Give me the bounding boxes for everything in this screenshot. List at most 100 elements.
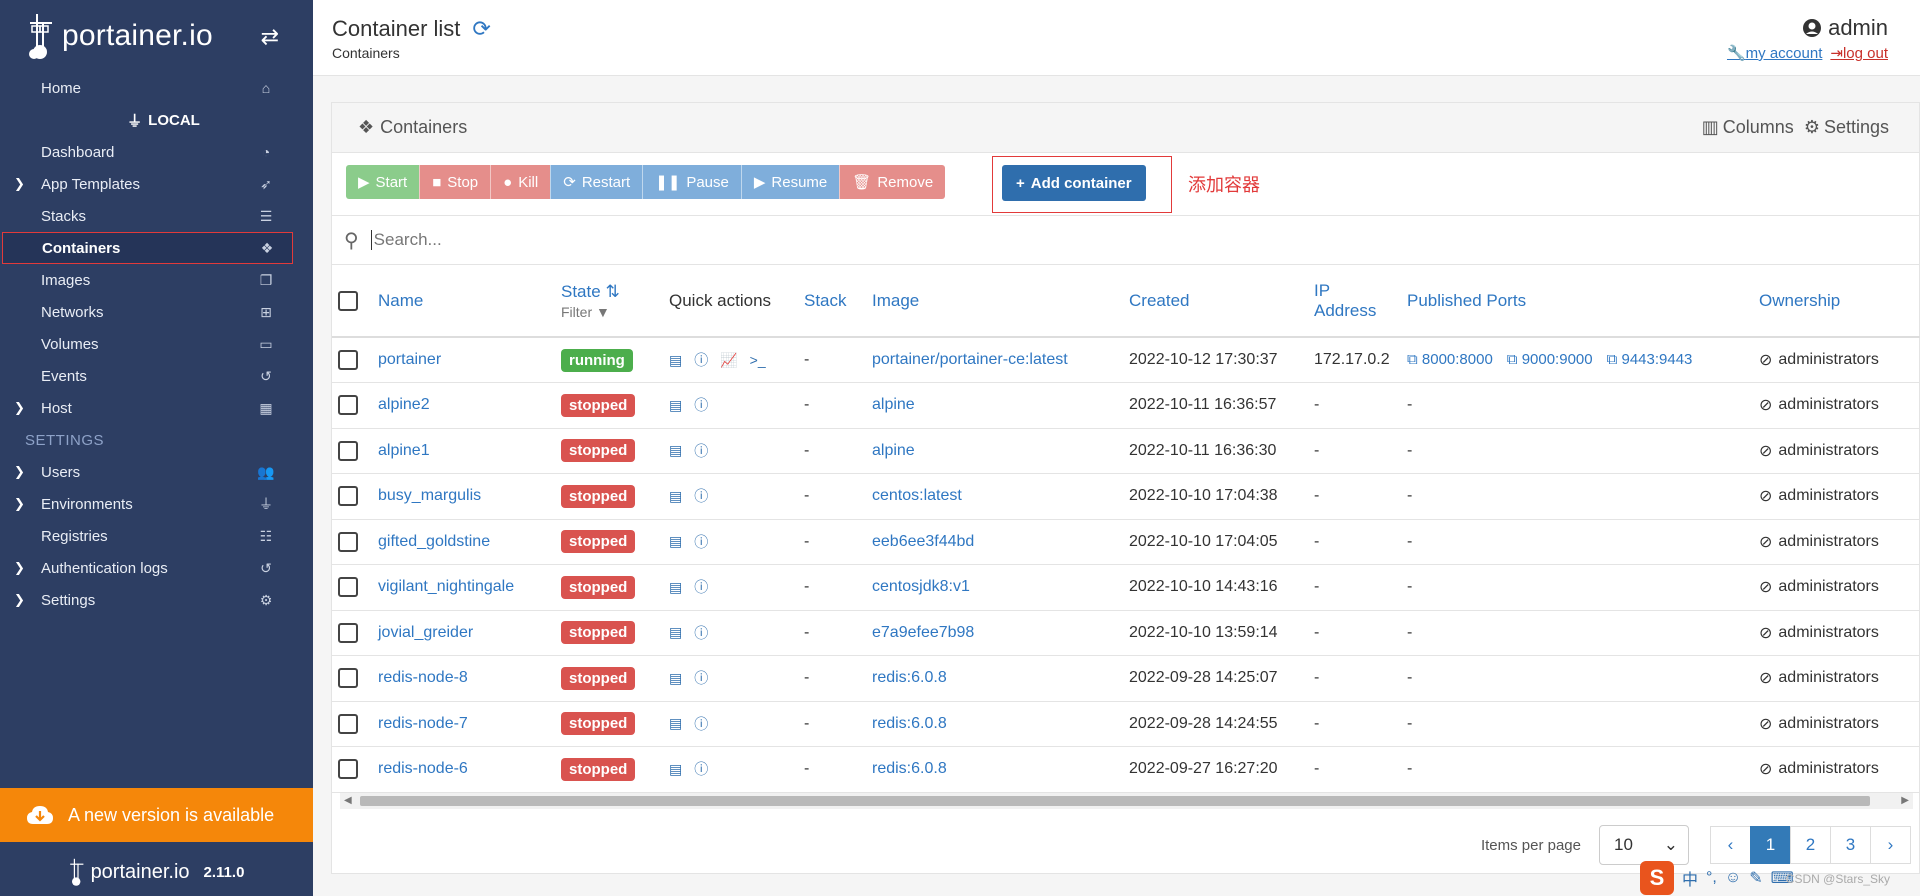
sidebar-item-volumes[interactable]: Volumes ▭ bbox=[0, 328, 313, 360]
row-checkbox[interactable] bbox=[338, 713, 358, 734]
sidebar-item-authentication-logs[interactable]: ❯ Authentication logs ↺ bbox=[0, 552, 313, 584]
row-checkbox[interactable] bbox=[338, 622, 358, 643]
image-link[interactable]: alpine bbox=[872, 442, 915, 459]
image-link[interactable]: portainer/portainer-ce:latest bbox=[872, 351, 1068, 368]
inspect-icon[interactable]: ⓘ bbox=[694, 350, 708, 370]
ports-header[interactable]: Published Ports bbox=[1401, 265, 1753, 338]
logs-icon[interactable]: ▤ bbox=[669, 533, 682, 550]
container-name-link[interactable]: alpine1 bbox=[378, 442, 430, 459]
inspect-icon[interactable]: ⓘ bbox=[694, 441, 708, 461]
stats-icon[interactable]: 📈 bbox=[720, 352, 737, 369]
pause-button[interactable]: ❚❚ Pause bbox=[642, 165, 741, 199]
inspect-icon[interactable]: ⓘ bbox=[694, 714, 708, 734]
logs-icon[interactable]: ▤ bbox=[669, 761, 682, 778]
image-link[interactable]: redis:6.0.8 bbox=[872, 669, 947, 686]
my-account-link[interactable]: 🔧my account bbox=[1727, 44, 1822, 62]
image-link[interactable]: redis:6.0.8 bbox=[872, 760, 947, 777]
sogou-ime-icon[interactable]: S bbox=[1640, 861, 1674, 895]
ownership-header[interactable]: Ownership bbox=[1753, 265, 1920, 338]
inspect-icon[interactable]: ⓘ bbox=[694, 668, 708, 688]
sidebar-item-stacks[interactable]: Stacks ☰ bbox=[0, 200, 313, 232]
update-banner[interactable]: A new version is available bbox=[0, 788, 313, 842]
container-name-link[interactable]: redis-node-6 bbox=[378, 760, 468, 777]
logout-link[interactable]: ⇥log out bbox=[1830, 44, 1888, 62]
inspect-icon[interactable]: ⓘ bbox=[694, 532, 708, 552]
search-input[interactable] bbox=[370, 230, 1671, 250]
logs-icon[interactable]: ▤ bbox=[669, 624, 682, 641]
scroll-left-icon[interactable]: ◀ bbox=[344, 793, 352, 809]
select-all-checkbox[interactable] bbox=[338, 290, 358, 311]
sidebar-item-home[interactable]: Home ⌂ bbox=[0, 72, 313, 104]
container-name-link[interactable]: redis-node-7 bbox=[378, 715, 468, 732]
ip-header[interactable]: IP Address bbox=[1308, 265, 1401, 338]
stack-header[interactable]: Stack bbox=[798, 265, 866, 338]
sidebar-item-host[interactable]: ❯ Host ▦ bbox=[0, 392, 313, 424]
restart-button[interactable]: ⟳ Restart bbox=[550, 165, 643, 199]
row-checkbox[interactable] bbox=[338, 577, 358, 598]
horizontal-scrollbar[interactable]: ◀ ▶ bbox=[340, 793, 1913, 809]
portainer-logo[interactable]: portainer.io bbox=[28, 12, 213, 60]
container-name-link[interactable]: redis-node-8 bbox=[378, 669, 468, 686]
logs-icon[interactable]: ▤ bbox=[669, 352, 682, 369]
sidebar-item-networks[interactable]: Networks ⊞ bbox=[0, 296, 313, 328]
published-port-link[interactable]: ⧉ 9000:9000 bbox=[1507, 351, 1593, 368]
sidebar-item-images[interactable]: Images ❐ bbox=[0, 264, 313, 296]
row-checkbox[interactable] bbox=[338, 486, 358, 507]
refresh-icon[interactable]: ⟳ bbox=[472, 16, 490, 42]
page-1-button[interactable]: 1 bbox=[1750, 826, 1791, 864]
add-container-button[interactable]: + Add container bbox=[1002, 165, 1146, 201]
sidebar-item-environments[interactable]: ❯ Environments ⏚ bbox=[0, 488, 313, 520]
items-per-page-select[interactable]: 10 ⌄ bbox=[1599, 825, 1689, 865]
logs-icon[interactable]: ▤ bbox=[669, 442, 682, 459]
container-name-link[interactable]: portainer bbox=[378, 351, 441, 368]
image-link[interactable]: redis:6.0.8 bbox=[872, 715, 947, 732]
scroll-right-icon[interactable]: ▶ bbox=[1901, 793, 1909, 809]
page-2-button[interactable]: 2 bbox=[1790, 826, 1831, 864]
inspect-icon[interactable]: ⓘ bbox=[694, 577, 708, 597]
inspect-icon[interactable]: ⓘ bbox=[694, 486, 708, 506]
logs-icon[interactable]: ▤ bbox=[669, 670, 682, 687]
logs-icon[interactable]: ▤ bbox=[669, 579, 682, 596]
container-name-link[interactable]: gifted_goldstine bbox=[378, 533, 490, 550]
sidebar-item-app-templates[interactable]: ❯ App Templates ➶ bbox=[0, 168, 313, 200]
image-link[interactable]: e7a9efee7b98 bbox=[872, 624, 974, 641]
start-button[interactable]: ▶ Start bbox=[346, 165, 420, 199]
image-header[interactable]: Image bbox=[866, 265, 1123, 338]
scrollbar-thumb[interactable] bbox=[360, 796, 1870, 806]
page-3-button[interactable]: 3 bbox=[1830, 826, 1871, 864]
container-name-link[interactable]: alpine2 bbox=[378, 396, 430, 413]
created-header[interactable]: Created bbox=[1123, 265, 1308, 338]
kill-button[interactable]: ● Kill bbox=[490, 165, 551, 199]
inspect-icon[interactable]: ⓘ bbox=[694, 623, 708, 643]
stop-button[interactable]: ■ Stop bbox=[419, 165, 491, 199]
container-name-link[interactable]: jovial_greider bbox=[378, 624, 473, 641]
inspect-icon[interactable]: ⓘ bbox=[694, 759, 708, 779]
image-link[interactable]: alpine bbox=[872, 396, 915, 413]
published-port-link[interactable]: ⧉ 8000:8000 bbox=[1407, 351, 1493, 368]
console-icon[interactable]: >_ bbox=[750, 352, 766, 368]
image-link[interactable]: centosjdk8:v1 bbox=[872, 578, 970, 595]
row-checkbox[interactable] bbox=[338, 668, 358, 689]
columns-button[interactable]: ▥ Columns bbox=[1702, 117, 1794, 138]
row-checkbox[interactable] bbox=[338, 395, 358, 416]
sidebar-item-dashboard[interactable]: Dashboard ◔ bbox=[0, 136, 313, 168]
sidebar-item-users[interactable]: ❯ Users 👥 bbox=[0, 456, 313, 488]
sidebar-item-containers[interactable]: Containers ❖ bbox=[2, 232, 293, 264]
container-name-link[interactable]: vigilant_nightingale bbox=[378, 578, 514, 595]
sort-icon[interactable]: ⇅ bbox=[605, 282, 619, 301]
sidebar-item-settings[interactable]: ❯ Settings ⚙ bbox=[0, 584, 313, 616]
image-link[interactable]: centos:latest bbox=[872, 487, 962, 504]
container-name-link[interactable]: busy_margulis bbox=[378, 487, 481, 504]
name-header[interactable]: Name bbox=[372, 265, 555, 338]
row-checkbox[interactable] bbox=[338, 440, 358, 461]
ime-punct-icon[interactable]: °, bbox=[1706, 869, 1717, 887]
logs-icon[interactable]: ▤ bbox=[669, 715, 682, 732]
logs-icon[interactable]: ▤ bbox=[669, 397, 682, 414]
settings-button[interactable]: ⚙ Settings bbox=[1804, 117, 1889, 138]
sidebar-item-events[interactable]: Events ↺ bbox=[0, 360, 313, 392]
ime-language[interactable]: 中 bbox=[1682, 866, 1698, 890]
toggle-sidebar-icon[interactable]: ⇄ bbox=[261, 24, 279, 50]
sidebar-item-registries[interactable]: Registries ☷ bbox=[0, 520, 313, 552]
inspect-icon[interactable]: ⓘ bbox=[694, 395, 708, 415]
row-checkbox[interactable] bbox=[338, 531, 358, 552]
